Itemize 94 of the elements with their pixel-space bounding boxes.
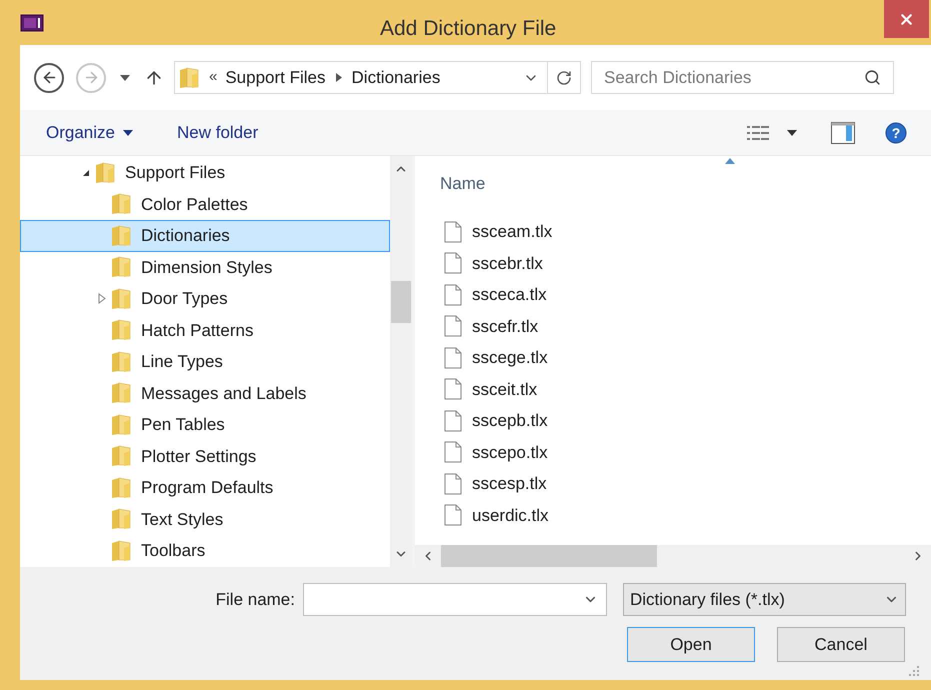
tree-item-label: Dimension Styles [141,256,272,278]
path-overflow-chevron[interactable]: « [209,66,218,89]
vertical-scrollbar[interactable] [390,156,412,567]
file-name[interactable]: ssceit.tlx [472,376,538,402]
tree-item[interactable]: Dimension Styles [20,252,390,283]
file-name-field[interactable] [303,583,607,616]
file-icon [444,315,462,338]
app-icon [20,14,44,32]
tree-item-label: Door Types [141,288,228,310]
file-name[interactable]: sscege.tlx [472,345,548,370]
folder-icon [111,256,131,278]
tree-item[interactable]: Color Palettes [20,188,390,220]
folder-icon [111,540,131,562]
folder-icon [111,445,131,468]
view-options-icon[interactable] [747,124,769,140]
column-header[interactable]: Name [440,170,486,196]
tree-item[interactable]: Program Defaults [20,472,390,504]
tree-item-label: Messages and Labels [141,382,306,404]
file-icon [444,252,462,274]
file-name-label: File name: [214,588,295,611]
back-button[interactable] [34,62,64,92]
tree-item[interactable]: Pen Tables [20,409,390,440]
tree-item[interactable]: Door Types [20,283,390,314]
file-icon [444,284,462,306]
preview-pane-icon[interactable] [831,122,855,144]
folder-icon [111,350,131,373]
file-name[interactable]: sscesp.tlx [472,471,547,496]
tree-item-label: Line Types [141,351,223,373]
dialog-button[interactable]: Open [627,627,755,662]
tree-item-label: Toolbars [141,540,206,562]
tree-item-label: Plotter Settings [141,446,256,468]
search-input[interactable]: Search Dictionaries [604,64,864,90]
close-button[interactable] [884,0,929,38]
tree-item-label: Text Styles [141,508,224,530]
scrollbar-thumb[interactable] [441,545,657,567]
tree-item-label: Hatch Patterns [141,320,254,342]
file-icon [444,441,462,464]
file-icon [444,410,462,432]
tree-item-label: Program Defaults [141,477,274,499]
breadcrumb-item[interactable]: Support Files [225,64,326,90]
folder-icon [111,224,131,247]
search-field[interactable]: Search Dictionaries [591,61,894,94]
file-name[interactable]: ssceam.tlx [472,219,552,244]
window-title: Add Dictionary File [380,18,556,39]
tree-item-label: Dictionaries [141,225,230,247]
folder-icon [111,382,131,404]
dialog-button[interactable]: Cancel [777,627,905,662]
tree-item[interactable]: Dictionaries [20,220,390,252]
breadcrumb-arrow-icon[interactable] [336,73,342,82]
file-name[interactable]: sscebr.tlx [472,250,543,276]
file-icon [444,346,462,369]
folder-icon [95,162,115,184]
file-icon [444,472,462,495]
dropdown-caret-icon[interactable] [787,130,797,136]
address-bar[interactable]: « Support Files Dictionaries [174,61,581,94]
help-icon[interactable]: ? [885,122,907,144]
file-name[interactable]: sscepb.tlx [472,408,548,434]
tree-item[interactable]: Text Styles [20,504,390,535]
file-name[interactable]: sscefr.tlx [472,314,538,339]
folder-icon [111,508,131,530]
tree-item[interactable]: Plotter Settings [20,440,390,472]
file-name[interactable]: userdic.tlx [472,502,549,528]
file-name[interactable]: sscepo.tlx [472,440,548,465]
folder-icon [111,193,131,216]
file-icon [444,378,462,400]
folder-icon [111,414,131,436]
tree-item-label: Support Files [125,162,226,184]
tree-item[interactable]: Toolbars [20,535,390,566]
dropdown-caret-icon [122,130,133,136]
tree-item-label: Color Palettes [141,194,248,216]
command-button[interactable]: New folder [176,120,258,146]
folder-icon [111,476,131,499]
command-button[interactable]: Organize [46,120,133,146]
tree-item[interactable]: Messages and Labels [20,378,390,409]
search-icon[interactable] [864,69,881,86]
file-name[interactable]: ssceca.tlx [472,282,547,308]
folder-icon [111,319,131,342]
tree-item[interactable]: Support Files [20,157,390,188]
file-type-dropdown[interactable]: Dictionary files (*.tlx) [623,583,906,616]
file-icon [444,504,462,526]
collapsed-triangle-icon[interactable] [98,293,106,304]
scrollbar-thumb[interactable] [391,280,411,322]
dropdown-caret-icon[interactable] [120,74,130,80]
file-icon [444,220,462,243]
tree-item[interactable]: Line Types [20,346,390,378]
tree-item[interactable]: Hatch Patterns [20,314,390,346]
tree-item-label: Pen Tables [141,414,225,436]
refresh-icon[interactable] [556,70,572,86]
sort-ascending-icon [725,158,735,164]
expanded-triangle-icon[interactable] [82,168,90,177]
breadcrumb-item[interactable]: Dictionaries [352,64,440,90]
folder-icon [111,288,131,310]
resize-grip-icon[interactable] [909,666,919,676]
folder-icon [179,66,199,88]
